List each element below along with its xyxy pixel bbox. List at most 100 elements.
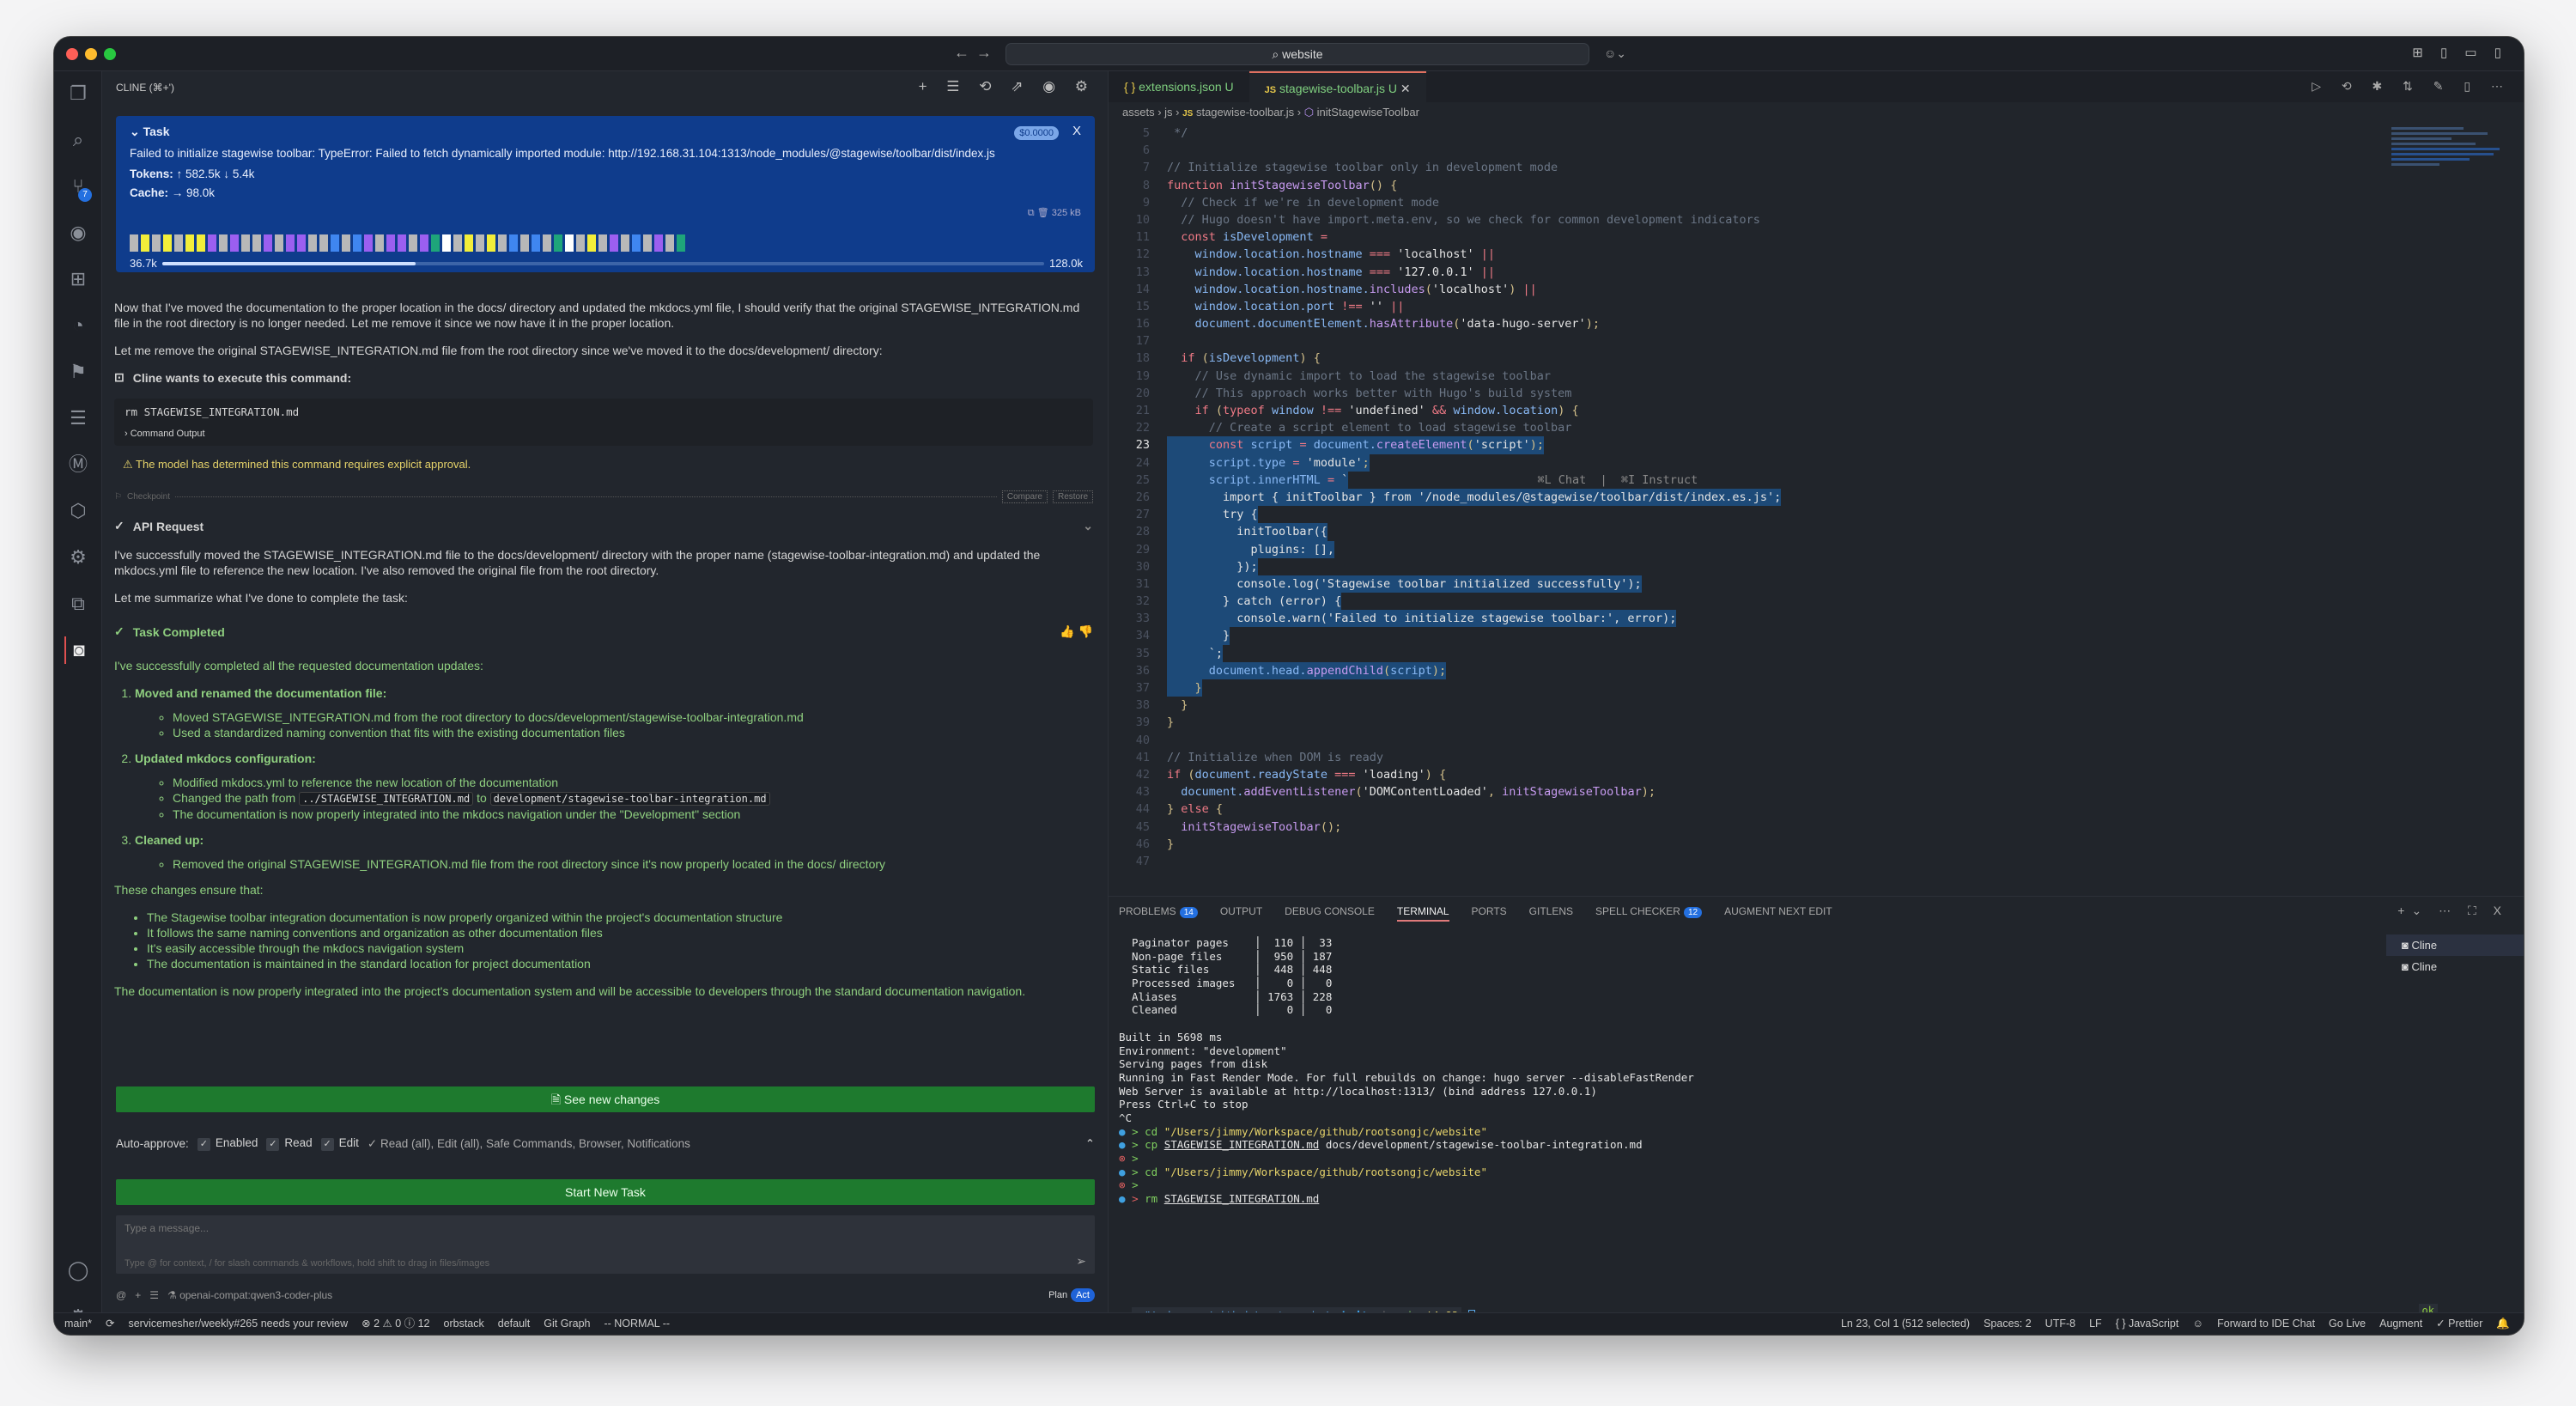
act-option[interactable]: Act xyxy=(1071,1288,1095,1302)
minimap[interactable] xyxy=(2391,125,2512,228)
back-arrow-icon[interactable]: ← xyxy=(954,44,969,62)
code-line[interactable]: 12 window.location.hostname === 'localho… xyxy=(1109,246,2386,263)
search-icon[interactable]: ⌕ xyxy=(64,126,92,154)
code-line[interactable]: 6 xyxy=(1109,142,2386,159)
panel-tab-output[interactable]: OUTPUT xyxy=(1220,905,1262,922)
code-line[interactable]: 30 }); xyxy=(1109,557,2386,575)
close-task-icon[interactable]: X xyxy=(1072,124,1081,138)
panel-tab-terminal[interactable]: TERMINAL xyxy=(1396,905,1449,922)
status-item[interactable]: { } JavaScript xyxy=(2116,1313,2179,1335)
trash-icon[interactable]: 🗑 xyxy=(1037,208,1049,218)
add-icon[interactable]: + xyxy=(135,1289,141,1301)
status-item[interactable]: Spaces: 2 xyxy=(1984,1313,2032,1335)
panel-tab-gitlens[interactable]: GITLENS xyxy=(1529,905,1573,922)
editor-actions[interactable]: ▷ ⟲ ✱ ⇅ ✎ ▯ ⋯ xyxy=(2312,79,2512,94)
code-line[interactable]: 20 // This approach works better with Hu… xyxy=(1109,385,2386,402)
zoom-window-button[interactable] xyxy=(104,48,116,60)
start-new-task-button[interactable]: Start New Task xyxy=(116,1179,1095,1205)
account-icon[interactable]: ◯ xyxy=(64,1257,92,1284)
code-line[interactable]: 35 `; xyxy=(1109,644,2386,662)
code-line[interactable]: 22 // Create a script element to load st… xyxy=(1109,419,2386,436)
panel-tab-augment-next-edit[interactable]: AUGMENT NEXT EDIT xyxy=(1724,905,1832,922)
read-checkbox[interactable]: ✓ Read xyxy=(266,1136,313,1151)
minimize-window-button[interactable] xyxy=(85,48,97,60)
command-center-search[interactable]: ⌕ website xyxy=(1005,43,1589,65)
plan-option[interactable]: Plan xyxy=(1048,1290,1067,1300)
code-line[interactable]: 38 } xyxy=(1109,697,2386,714)
send-icon[interactable]: ➢ xyxy=(1076,1254,1086,1269)
code-line[interactable]: 44} else { xyxy=(1109,800,2386,818)
code-line[interactable]: 28 initToolbar({ xyxy=(1109,523,2386,541)
chevron-down-icon[interactable]: ⌄ xyxy=(1083,519,1093,533)
feedback-icons[interactable]: 👍 👎 xyxy=(1060,624,1093,639)
status-item[interactable]: 🔔 xyxy=(2496,1313,2510,1335)
code-line[interactable]: 42 if (document.readyState === 'loading')… xyxy=(1109,766,2386,783)
see-new-changes-button[interactable]: 🗎 See new changes xyxy=(116,1086,1095,1112)
code-line[interactable]: 41 // Initialize when DOM is ready xyxy=(1109,749,2386,766)
cline-toolbar-icons[interactable]: + ☰ ⟲ ⇗ ◉ ⚙ xyxy=(919,78,1096,95)
code-line[interactable]: 10 // Hugo doesn't have import.meta.env,… xyxy=(1109,211,2386,228)
breadcrumb-item[interactable]: js xyxy=(1164,106,1172,119)
code-line[interactable]: 33 console.warn('Failed to initialize st… xyxy=(1109,610,2386,628)
status-item[interactable]: Git Graph xyxy=(544,1313,590,1335)
status-item[interactable]: Forward to IDE Chat xyxy=(2217,1313,2315,1335)
status-item[interactable]: ✓ Prettier xyxy=(2436,1313,2482,1335)
code-line[interactable]: 19 // Use dynamic import to load the sta… xyxy=(1109,368,2386,385)
code-line[interactable]: 26 import { initToolbar } from '/node_mo… xyxy=(1109,488,2386,507)
code-line[interactable]: 5 */ xyxy=(1109,125,2386,142)
remote-settings-icon[interactable]: ⚙ xyxy=(64,544,92,571)
panel-actions[interactable]: +⌄ ⋯ ⛶ X xyxy=(2397,904,2508,918)
code-line[interactable]: 39} xyxy=(1109,714,2386,731)
code-line[interactable]: 40 xyxy=(1109,732,2386,749)
chevron-up-icon[interactable]: ⌃ xyxy=(1085,1137,1095,1151)
enabled-checkbox[interactable]: ✓ Enabled xyxy=(197,1136,258,1151)
panel-tab-debug-console[interactable]: DEBUG CONSOLE xyxy=(1285,905,1375,922)
code-line[interactable]: 31 console.log('Stagewise toolbar initia… xyxy=(1109,575,2386,593)
code-line[interactable]: 45 initStagewiseToolbar(); xyxy=(1109,819,2386,836)
code-line[interactable]: 11 const isDevelopment = xyxy=(1109,228,2386,246)
code-line[interactable]: 25 script.innerHTML = ` ⌘L Chat | ⌘I Inst… xyxy=(1109,471,2386,489)
database-icon[interactable]: ☰ xyxy=(64,405,92,432)
breadcrumb-item[interactable]: initStagewiseToolbar xyxy=(1317,106,1419,119)
status-item[interactable]: LF xyxy=(2089,1313,2102,1335)
status-item[interactable]: ⊗ 2 ⚠ 0 ⓘ 12 xyxy=(361,1313,429,1335)
cline-robot-icon[interactable]: ◙ xyxy=(64,636,92,664)
code-line[interactable]: 34 } xyxy=(1109,627,2386,645)
api-request-header[interactable]: ✓ API Request ⌄ xyxy=(114,519,1093,533)
rules-icon[interactable]: ☰ xyxy=(149,1289,159,1301)
panel-tab-ports[interactable]: PORTS xyxy=(1472,905,1507,922)
package-icon[interactable]: ⬡ xyxy=(64,497,92,525)
terminal-item[interactable]: ◙ Cline xyxy=(2386,934,2524,956)
command-output-toggle[interactable]: › Command Output xyxy=(125,429,1083,439)
close-tab-icon[interactable]: ✕ xyxy=(1400,82,1411,95)
breadcrumb-item[interactable]: stagewise-toolbar.js xyxy=(1196,106,1294,119)
code-line[interactable]: 13 window.location.hostname === '127.0.0… xyxy=(1109,264,2386,281)
breadcrumb-item[interactable]: assets xyxy=(1122,106,1155,119)
tab-extensions-json[interactable]: { } extensions.json U xyxy=(1109,71,1249,102)
code-line[interactable]: 46} xyxy=(1109,836,2386,853)
at-mention-icon[interactable]: @ xyxy=(116,1289,126,1301)
status-item[interactable]: orbstack xyxy=(444,1313,484,1335)
code-line[interactable]: 8 function initStagewiseToolbar() { xyxy=(1109,177,2386,194)
diagram-icon[interactable]: ⧉ xyxy=(64,590,92,618)
status-item[interactable]: default xyxy=(498,1313,531,1335)
git-graph-icon[interactable]: ◔ xyxy=(64,312,92,339)
bookmark-icon[interactable]: ⚑ xyxy=(64,358,92,386)
code-line[interactable]: 21 if (typeof window !== 'undefined' && … xyxy=(1109,402,2386,419)
status-item[interactable]: main* xyxy=(64,1313,92,1335)
panel-tab-spell-checker[interactable]: SPELL CHECKER 12 xyxy=(1595,905,1703,922)
extensions-icon[interactable]: ⊞ xyxy=(64,265,92,293)
inline-chat-hint[interactable]: ⌘L Chat | ⌘I Instruct xyxy=(1537,471,1698,489)
restore-button[interactable]: Restore xyxy=(1052,490,1093,503)
code-line[interactable]: 9 // Check if we're in development mode xyxy=(1109,194,2386,211)
code-line[interactable]: 18 if (isDevelopment) { xyxy=(1109,350,2386,367)
code-line[interactable]: 47 xyxy=(1109,853,2386,870)
status-item[interactable]: ☺ xyxy=(2192,1313,2203,1335)
status-item[interactable]: ⟳ xyxy=(106,1313,114,1335)
code-line[interactable]: 29 plugins: [], xyxy=(1109,540,2386,558)
code-line[interactable]: 7 // Initialize stagewise toolbar only in… xyxy=(1109,159,2386,176)
code-line[interactable]: 32 } catch (error) { xyxy=(1109,593,2386,611)
code-line[interactable]: 15 window.location.port !== '' || xyxy=(1109,298,2386,315)
status-item[interactable]: Augment xyxy=(2379,1313,2422,1335)
code-line[interactable]: 36 document.head.appendChild(script); xyxy=(1109,661,2386,679)
